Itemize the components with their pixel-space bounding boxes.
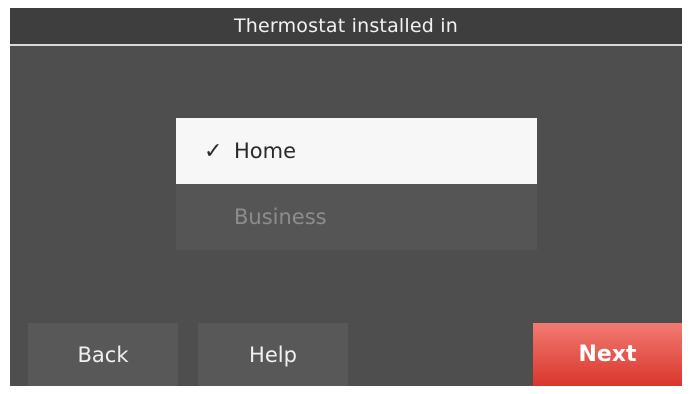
next-button-label: Next bbox=[578, 342, 637, 367]
thermostat-screen: Thermostat installed in ✓ Home Business … bbox=[10, 8, 682, 386]
option-label: Business bbox=[234, 205, 327, 229]
next-button[interactable]: Next bbox=[533, 323, 682, 386]
checkmark-icon: ✓ bbox=[204, 138, 223, 164]
help-button-label: Help bbox=[249, 342, 297, 367]
option-business[interactable]: Business bbox=[176, 184, 537, 250]
help-button[interactable]: Help bbox=[198, 323, 348, 386]
installation-option-list: ✓ Home Business bbox=[176, 118, 537, 250]
title-bar: Thermostat installed in bbox=[10, 8, 682, 46]
device-frame: Thermostat installed in ✓ Home Business … bbox=[0, 0, 692, 394]
option-home[interactable]: ✓ Home bbox=[176, 118, 537, 184]
back-button[interactable]: Back bbox=[28, 323, 178, 386]
page-title: Thermostat installed in bbox=[233, 15, 458, 37]
option-label: Home bbox=[234, 139, 297, 163]
back-button-label: Back bbox=[77, 342, 129, 367]
